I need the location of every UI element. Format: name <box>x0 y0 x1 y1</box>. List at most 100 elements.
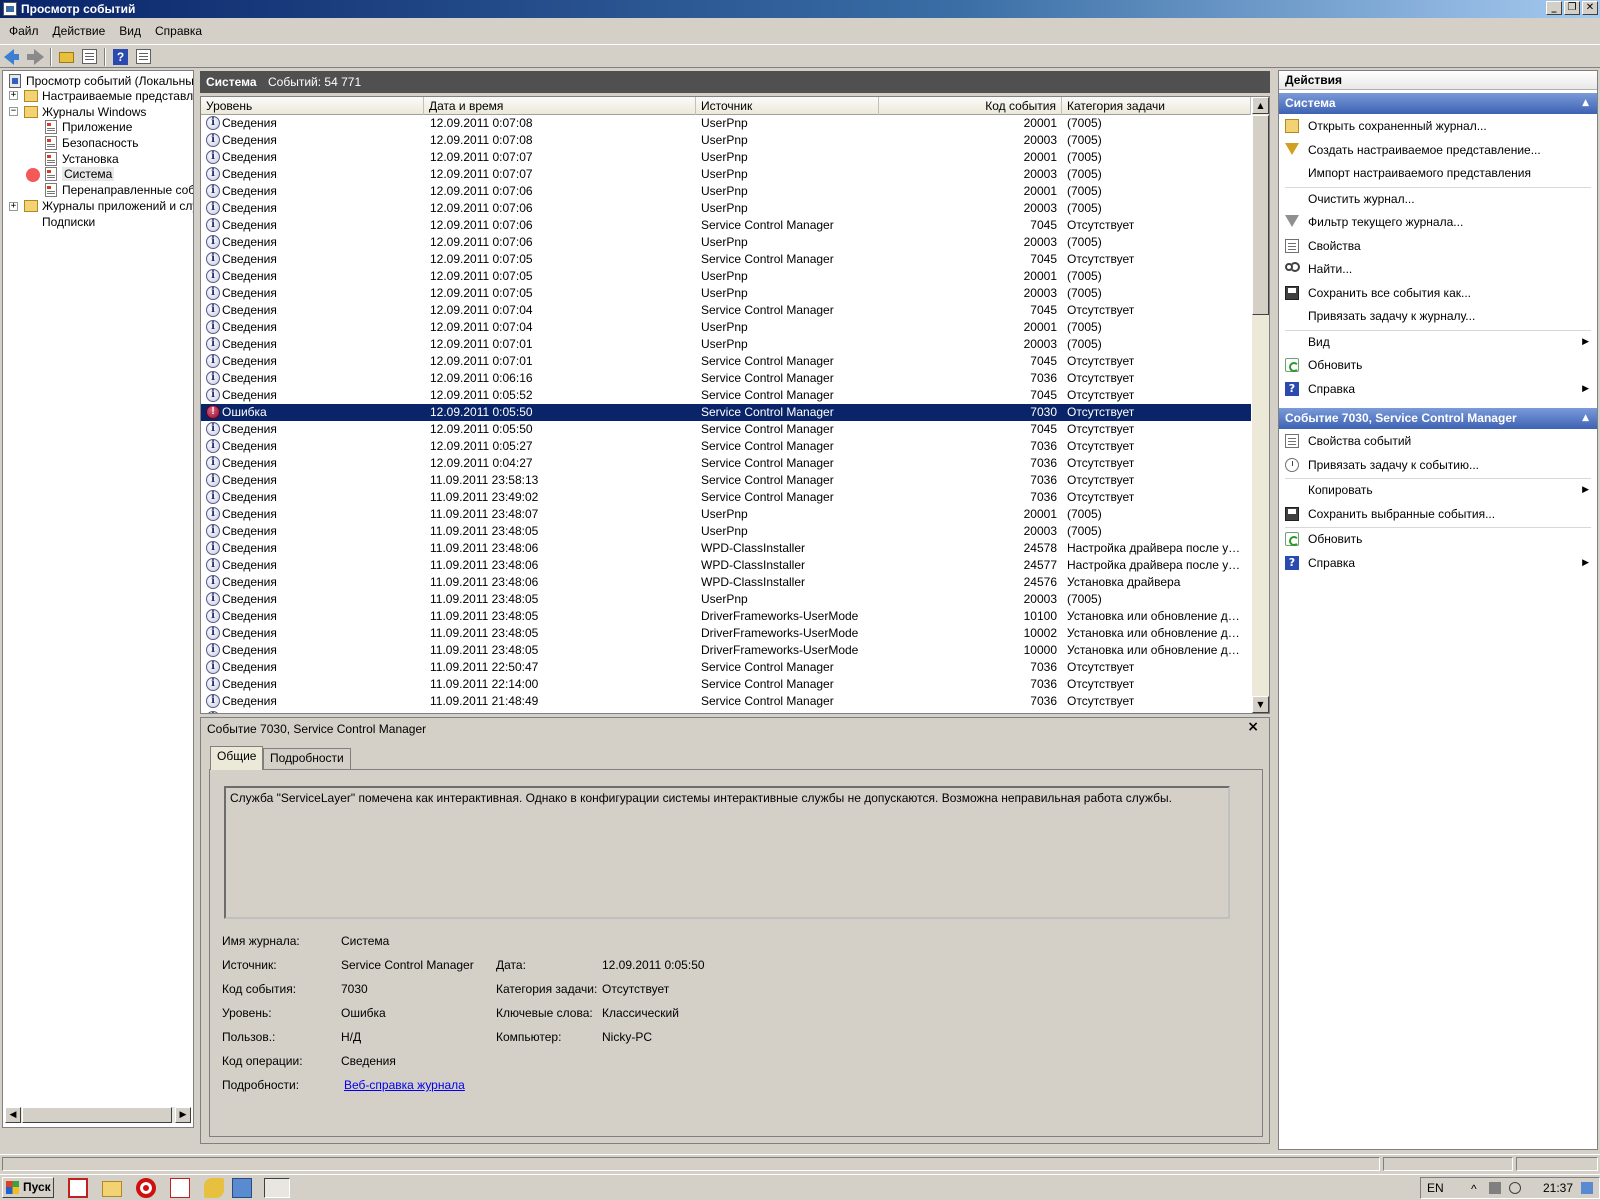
action-item[interactable]: Привязать задачу к журналу... <box>1279 305 1597 327</box>
table-row[interactable]: i Сведения 12.09.2011 0:05:27 Service Contr… <box>201 438 1251 455</box>
menu-action[interactable]: Действие <box>46 21 113 41</box>
table-row[interactable]: i Сведения 12.09.2011 0:05:52 Service Contr… <box>201 387 1251 404</box>
scroll-right-icon[interactable]: ▶ <box>175 1107 191 1123</box>
tree-app-service-logs[interactable]: Журналы приложений и служ <box>24 198 193 214</box>
tray-expand-icon[interactable]: ^ <box>1471 1182 1483 1196</box>
collapse-windows-logs-icon[interactable]: − <box>9 107 18 116</box>
pdf-reader-icon[interactable] <box>170 1178 190 1198</box>
table-row[interactable]: i Сведения 11.09.2011 23:49:02 Service Cont… <box>201 489 1251 506</box>
action-item[interactable]: Привязать задачу к событию... <box>1279 454 1597 476</box>
menu-help[interactable]: Справка <box>148 21 209 41</box>
show-desktop-icon[interactable] <box>1581 1182 1593 1194</box>
scroll-down-icon[interactable]: ▼ <box>1252 696 1269 713</box>
action-item[interactable]: Сохранить выбранные события... <box>1279 503 1597 525</box>
event-log-online-help-link[interactable]: Веб-справка журнала <box>344 1078 465 1092</box>
table-row[interactable]: i Сведения 12.09.2011 0:05:50 Service Contr… <box>201 421 1251 438</box>
action-item[interactable]: Свойства событий <box>1279 430 1597 452</box>
app-red-square-icon[interactable] <box>68 1178 88 1198</box>
clock[interactable]: 21:37 <box>1543 1181 1573 1195</box>
table-row[interactable]: i Сведения 12.09.2011 0:07:06 Service Contr… <box>201 217 1251 234</box>
close-button[interactable]: ✕ <box>1582 1 1598 15</box>
tree-system[interactable]: Система <box>45 166 115 182</box>
column-event-code[interactable]: Код события <box>879 97 1062 115</box>
tree-horizontal-scrollbar[interactable]: ◀ ▶ <box>5 1107 191 1123</box>
table-row[interactable]: i Сведения 12.09.2011 0:07:08 UserPnp 20003 (… <box>201 132 1251 149</box>
table-row[interactable]: i Сведения 12.09.2011 0:07:08 UserPnp 20001 (… <box>201 115 1251 132</box>
table-row[interactable]: i Сведения 12.09.2011 0:07:04 UserPnp 20001 (… <box>201 319 1251 336</box>
table-row[interactable]: i Сведения 12.09.2011 0:07:07 UserPnp 20003 (… <box>201 166 1251 183</box>
table-row[interactable]: i Сведения 12.09.2011 0:07:05 Service Contr… <box>201 251 1251 268</box>
scrollbar-thumb[interactable] <box>22 1107 172 1123</box>
forward-arrow-icon[interactable] <box>26 48 44 66</box>
tree-application[interactable]: Приложение <box>45 119 132 135</box>
table-row[interactable]: i Сведения 12.09.2011 0:07:06 UserPnp 20001 (… <box>201 183 1251 200</box>
help-icon[interactable]: ? <box>112 48 130 66</box>
table-row[interactable]: i Сведения 11.09.2011 23:48:05 DriverFramew… <box>201 608 1251 625</box>
table-row[interactable]: iСведения 11.09.2011 21:38:50 Service Cont… <box>201 710 1251 713</box>
action-item[interactable]: Найти... <box>1279 258 1597 280</box>
action-item[interactable]: Открыть сохраненный журнал... <box>1279 115 1597 137</box>
start-button[interactable]: Пуск <box>2 1177 54 1198</box>
monitor-icon[interactable] <box>232 1178 252 1198</box>
language-indicator[interactable]: EN <box>1427 1181 1444 1195</box>
table-row[interactable]: i Сведения 12.09.2011 0:07:04 Service Contr… <box>201 302 1251 319</box>
column-task-category[interactable]: Категория задачи <box>1062 97 1251 115</box>
scroll-up-icon[interactable]: ▲ <box>1252 97 1269 114</box>
action-item[interactable]: ? Справка ▶ <box>1279 552 1597 574</box>
table-row[interactable]: i Сведения 11.09.2011 23:48:06 WPD-ClassIns… <box>201 574 1251 591</box>
action-item[interactable]: Фильтр текущего журнала... <box>1279 211 1597 233</box>
table-row[interactable]: i Сведения 12.09.2011 0:07:06 UserPnp 20003 (… <box>201 234 1251 251</box>
expand-app-service-logs-icon[interactable]: + <box>9 202 18 211</box>
action-item[interactable]: Очистить журнал... <box>1279 188 1597 210</box>
table-row[interactable]: i Сведения 12.09.2011 0:07:05 UserPnp 20003 (… <box>201 285 1251 302</box>
opera-icon[interactable] <box>136 1178 156 1198</box>
tree-windows-logs[interactable]: Журналы Windows <box>24 104 146 120</box>
menu-file[interactable]: Файл <box>2 21 46 41</box>
action-item[interactable]: ? Справка ▶ <box>1279 378 1597 400</box>
minimize-button[interactable]: _ <box>1546 1 1562 15</box>
table-row[interactable]: ! Ошибка 12.09.2011 0:05:50 Service Control… <box>201 404 1251 421</box>
table-row[interactable]: i Сведения 11.09.2011 23:48:05 UserPnp 20003… <box>201 523 1251 540</box>
tree-forwarded-events[interactable]: Перенаправленные событ <box>45 182 193 198</box>
table-row[interactable]: i Сведения 11.09.2011 23:58:13 Service Cont… <box>201 472 1251 489</box>
collapse-icon[interactable]: ▲ <box>1582 408 1589 429</box>
action-item[interactable]: Вид ▶ <box>1279 331 1597 353</box>
action-item[interactable]: Свойства <box>1279 235 1597 257</box>
menu-view[interactable]: Вид <box>112 21 148 41</box>
network-icon[interactable] <box>1489 1182 1501 1194</box>
explorer-folder-icon[interactable] <box>102 1181 122 1197</box>
tree-custom-views[interactable]: Настраиваемые представлени <box>24 88 193 104</box>
event-viewer-taskbar-button[interactable] <box>264 1178 290 1198</box>
column-source[interactable]: Источник <box>696 97 879 115</box>
table-row[interactable]: i Сведения 11.09.2011 23:48:06 WPD-ClassIns… <box>201 557 1251 574</box>
table-row[interactable]: i Сведения 12.09.2011 0:07:01 Service Contr… <box>201 353 1251 370</box>
column-level[interactable]: Уровень <box>201 97 424 115</box>
actions-section-event[interactable]: Событие 7030, Service Control Manager ▲ <box>1279 408 1597 429</box>
table-row[interactable]: i Сведения 12.09.2011 0:06:16 Service Contr… <box>201 370 1251 387</box>
show-hide-tree-icon[interactable] <box>81 48 99 66</box>
actions-section-system[interactable]: Система ▲ <box>1279 93 1597 114</box>
maximize-button[interactable]: ❐ <box>1564 1 1580 15</box>
table-row[interactable]: i Сведения 11.09.2011 23:48:05 UserPnp 20003… <box>201 591 1251 608</box>
back-arrow-icon[interactable] <box>4 48 22 66</box>
scrollbar-thumb[interactable] <box>1252 115 1269 315</box>
tab-details[interactable]: Подробности <box>263 748 351 769</box>
events-vertical-scrollbar[interactable]: ▲ ▼ <box>1252 97 1269 713</box>
action-item[interactable]: Импорт настраиваемого представления <box>1279 162 1597 184</box>
column-date[interactable]: Дата и время <box>424 97 696 115</box>
table-row[interactable]: i Сведения 11.09.2011 22:14:00 Service Cont… <box>201 676 1251 693</box>
table-row[interactable]: i Сведения 11.09.2011 23:48:05 DriverFramew… <box>201 625 1251 642</box>
table-row[interactable]: i Сведения 11.09.2011 23:48:06 WPD-ClassIns… <box>201 540 1251 557</box>
action-item[interactable]: Создать настраиваемое представление... <box>1279 139 1597 161</box>
action-item[interactable]: Копировать ▶ <box>1279 479 1597 501</box>
table-row[interactable]: i Сведения 12.09.2011 0:07:07 UserPnp 20001 (… <box>201 149 1251 166</box>
scroll-left-icon[interactable]: ◀ <box>5 1107 21 1123</box>
expand-custom-views-icon[interactable]: + <box>9 91 18 100</box>
table-row[interactable]: i Сведения 12.09.2011 0:07:01 UserPnp 20003 (… <box>201 336 1251 353</box>
action-item[interactable]: Обновить <box>1279 354 1597 376</box>
table-row[interactable]: i Сведения 11.09.2011 23:48:07 UserPnp 20001… <box>201 506 1251 523</box>
show-hide-action-pane-icon[interactable] <box>135 48 153 66</box>
table-row[interactable]: i Сведения 11.09.2011 22:50:47 Service Cont… <box>201 659 1251 676</box>
tree-subscriptions[interactable]: Подписки <box>24 214 95 230</box>
app-yellow-icon[interactable] <box>204 1178 224 1198</box>
